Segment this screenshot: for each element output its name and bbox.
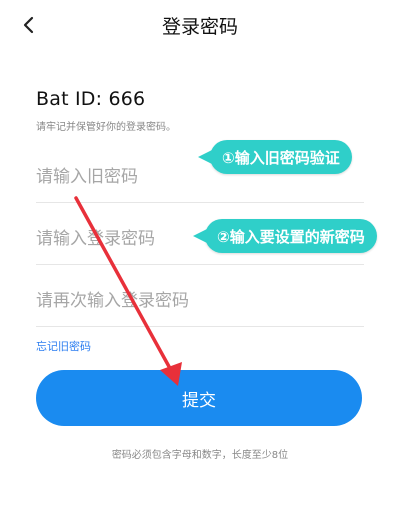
password-hint: 请牢记并保管好你的登录密码。 [36, 122, 176, 133]
forgot-password-link[interactable]: 忘记旧密码 [36, 338, 91, 354]
callout-old-password: ①输入旧密码验证 [198, 140, 352, 174]
confirm-password-field [36, 265, 364, 327]
callout-new-password: ②输入要设置的新密码 [193, 219, 377, 253]
password-requirement-note: 密码必须包含字母和数字，长度至少8位 [111, 450, 289, 461]
account-id: Bat ID: 666 [36, 88, 146, 110]
page-title: 登录密码 [161, 16, 238, 38]
submit-button[interactable]: 提交 [36, 370, 362, 426]
confirm-password-input[interactable] [36, 265, 364, 326]
top-bar: 登录密码 [0, 0, 400, 50]
